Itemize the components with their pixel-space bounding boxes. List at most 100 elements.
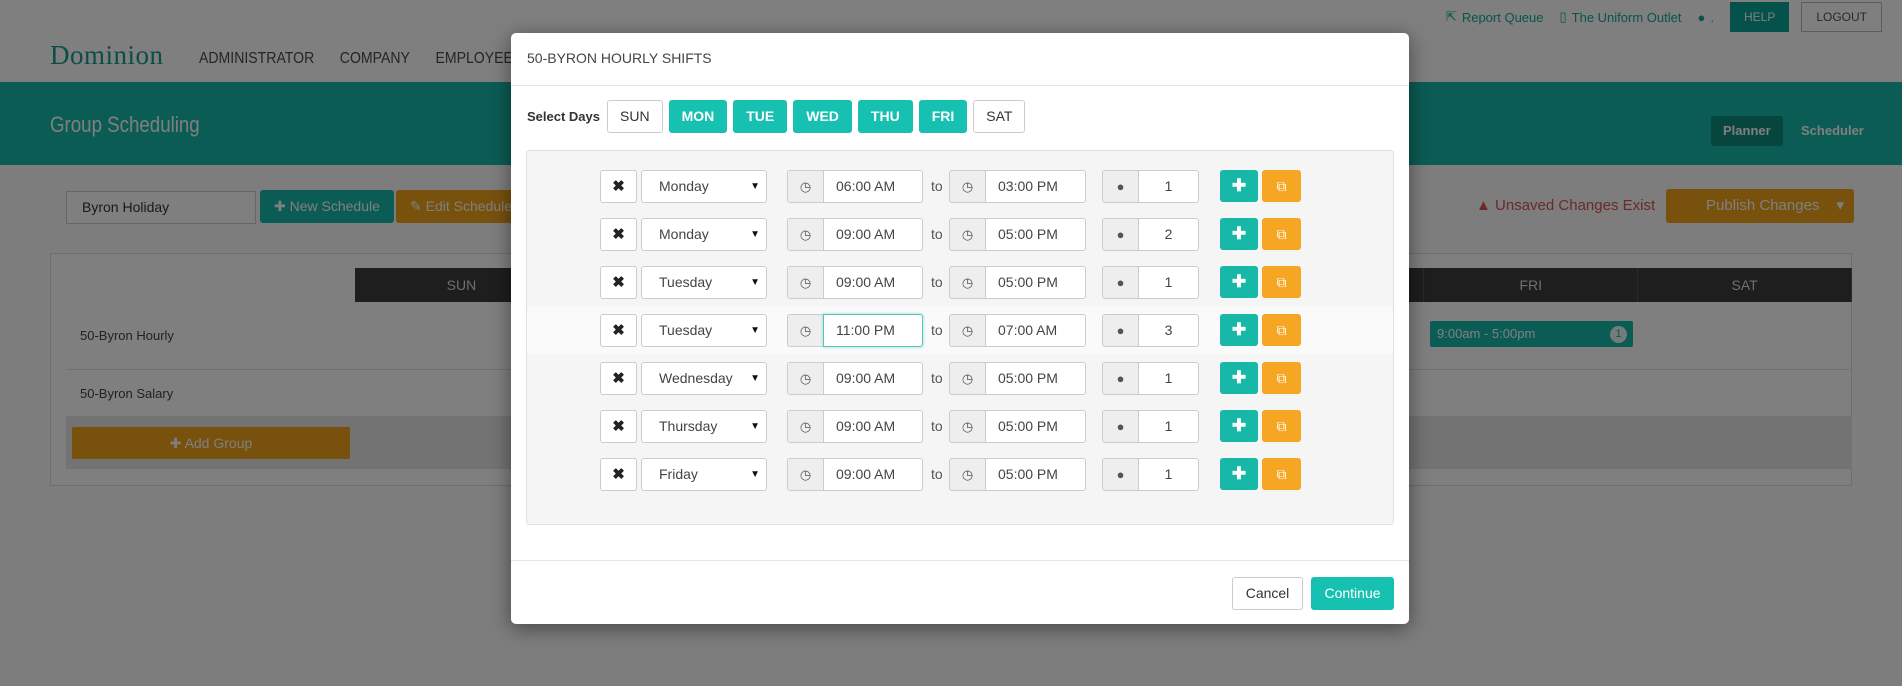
copy-shift-button[interactable]: ⧉ — [1262, 314, 1301, 346]
remove-shift-button[interactable]: ✖ — [600, 170, 637, 203]
add-shift-button[interactable]: ✚ — [1220, 410, 1258, 442]
shift-day-select[interactable]: Wednesday ▼ — [641, 362, 767, 395]
caret-down-icon: ▼ — [750, 277, 760, 288]
copy-shift-button[interactable]: ⧉ — [1262, 170, 1301, 202]
add-shift-button[interactable]: ✚ — [1220, 218, 1258, 250]
shift-day-select[interactable]: Monday ▼ — [641, 218, 767, 251]
shift-start-input[interactable]: 09:00 AM — [823, 266, 923, 299]
copy-shift-button[interactable]: ⧉ — [1262, 458, 1301, 490]
remove-shift-button[interactable]: ✖ — [600, 314, 637, 347]
shift-end-input[interactable]: 05:00 PM — [985, 458, 1086, 491]
caret-down-icon: ▼ — [750, 229, 760, 240]
add-shift-button[interactable]: ✚ — [1220, 314, 1258, 346]
copy-shift-button[interactable]: ⧉ — [1262, 218, 1301, 250]
shift-row: ✖ Monday ▼ ◷ 06:00 AM to ◷ 03:00 PM ● 1 ✚… — [527, 162, 1393, 210]
shift-end-input[interactable]: 05:00 PM — [985, 410, 1086, 443]
shift-day-select[interactable]: Monday ▼ — [641, 170, 767, 203]
shift-start-input[interactable]: 09:00 AM — [823, 362, 923, 395]
to-label: to — [931, 370, 943, 386]
clock-icon: ◷ — [787, 410, 824, 443]
copy-shift-button[interactable]: ⧉ — [1262, 362, 1301, 394]
user-icon: ● — [1102, 314, 1139, 347]
user-icon: ● — [1102, 458, 1139, 491]
modal-title: 50-BYRON HOURLY SHIFTS — [511, 33, 1409, 86]
cancel-button[interactable]: Cancel — [1232, 577, 1303, 610]
continue-button[interactable]: Continue — [1311, 577, 1394, 610]
shift-start-input[interactable]: 06:00 AM — [823, 170, 923, 203]
add-shift-button[interactable]: ✚ — [1220, 458, 1258, 490]
clock-icon: ◷ — [949, 218, 986, 251]
shift-quantity-input[interactable]: 1 — [1138, 410, 1199, 443]
day-toggle-sat[interactable]: SAT — [973, 100, 1026, 133]
add-shift-button[interactable]: ✚ — [1220, 170, 1258, 202]
shift-row: ✖ Wednesday ▼ ◷ 09:00 AM to ◷ 05:00 PM ● … — [527, 354, 1393, 402]
user-icon: ● — [1102, 218, 1139, 251]
caret-down-icon: ▼ — [750, 373, 760, 384]
caret-down-icon: ▼ — [750, 181, 760, 192]
clock-icon: ◷ — [787, 218, 824, 251]
shift-end-input[interactable]: 05:00 PM — [985, 362, 1086, 395]
shift-day-select[interactable]: Tuesday ▼ — [641, 266, 767, 299]
day-toggle-wed[interactable]: WED — [793, 100, 852, 133]
copy-shift-button[interactable]: ⧉ — [1262, 266, 1301, 298]
remove-shift-button[interactable]: ✖ — [600, 362, 637, 395]
day-toggle-tue[interactable]: TUE — [733, 100, 788, 133]
user-icon: ● — [1102, 170, 1139, 203]
shift-row: ✖ Friday ▼ ◷ 09:00 AM to ◷ 05:00 PM ● 1 ✚… — [527, 450, 1393, 498]
remove-shift-button[interactable]: ✖ — [600, 458, 637, 491]
shift-quantity-input[interactable]: 1 — [1138, 362, 1199, 395]
clock-icon: ◷ — [787, 314, 824, 347]
shift-quantity-input[interactable]: 1 — [1138, 170, 1199, 203]
shift-start-input[interactable]: 11:00 PM — [823, 314, 923, 347]
clock-icon: ◷ — [787, 458, 824, 491]
user-icon: ● — [1102, 410, 1139, 443]
caret-down-icon: ▼ — [750, 325, 760, 336]
shift-start-input[interactable]: 09:00 AM — [823, 458, 923, 491]
shift-list: ✖ Monday ▼ ◷ 06:00 AM to ◷ 03:00 PM ● 1 ✚… — [526, 150, 1394, 525]
shift-end-input[interactable]: 07:00 AM — [985, 314, 1086, 347]
to-label: to — [931, 322, 943, 338]
shift-end-input[interactable]: 05:00 PM — [985, 218, 1086, 251]
to-label: to — [931, 466, 943, 482]
remove-shift-button[interactable]: ✖ — [600, 218, 637, 251]
shift-row: ✖ Tuesday ▼ ◷ 09:00 AM to ◷ 05:00 PM ● 1 … — [527, 258, 1393, 306]
select-days: Select Days SUN MON TUE WED THU FRI SAT — [527, 100, 1031, 133]
clock-icon: ◷ — [949, 170, 986, 203]
to-label: to — [931, 418, 943, 434]
shift-row: ✖ Thursday ▼ ◷ 09:00 AM to ◷ 05:00 PM ● 1… — [527, 402, 1393, 450]
day-toggle-mon[interactable]: MON — [668, 100, 728, 133]
shift-day-select[interactable]: Tuesday ▼ — [641, 314, 767, 347]
day-toggle-thu[interactable]: THU — [857, 100, 913, 133]
to-label: to — [931, 226, 943, 242]
shift-row: ✖ Tuesday ▼ ◷ 11:00 PM to ◷ 07:00 AM ● 3 … — [527, 306, 1393, 354]
shift-quantity-input[interactable]: 3 — [1138, 314, 1199, 347]
caret-down-icon: ▼ — [750, 421, 760, 432]
shifts-modal: 50-BYRON HOURLY SHIFTS Select Days SUN M… — [511, 33, 1409, 624]
modal-footer — [511, 560, 1409, 561]
shift-day-select[interactable]: Friday ▼ — [641, 458, 767, 491]
to-label: to — [931, 178, 943, 194]
shift-day-select[interactable]: Thursday ▼ — [641, 410, 767, 443]
shift-quantity-input[interactable]: 1 — [1138, 458, 1199, 491]
add-shift-button[interactable]: ✚ — [1220, 362, 1258, 394]
day-toggle-sun[interactable]: SUN — [607, 100, 663, 133]
remove-shift-button[interactable]: ✖ — [600, 410, 637, 443]
shift-quantity-input[interactable]: 1 — [1138, 266, 1199, 299]
to-label: to — [931, 274, 943, 290]
clock-icon: ◷ — [949, 362, 986, 395]
user-icon: ● — [1102, 266, 1139, 299]
remove-shift-button[interactable]: ✖ — [600, 266, 637, 299]
shift-start-input[interactable]: 09:00 AM — [823, 410, 923, 443]
add-shift-button[interactable]: ✚ — [1220, 266, 1258, 298]
user-icon: ● — [1102, 362, 1139, 395]
shift-start-input[interactable]: 09:00 AM — [823, 218, 923, 251]
shift-end-input[interactable]: 03:00 PM — [985, 170, 1086, 203]
clock-icon: ◷ — [949, 410, 986, 443]
shift-quantity-input[interactable]: 2 — [1138, 218, 1199, 251]
shift-end-input[interactable]: 05:00 PM — [985, 266, 1086, 299]
clock-icon: ◷ — [949, 314, 986, 347]
clock-icon: ◷ — [787, 266, 824, 299]
clock-icon: ◷ — [949, 458, 986, 491]
day-toggle-fri[interactable]: FRI — [918, 100, 968, 133]
copy-shift-button[interactable]: ⧉ — [1262, 410, 1301, 442]
